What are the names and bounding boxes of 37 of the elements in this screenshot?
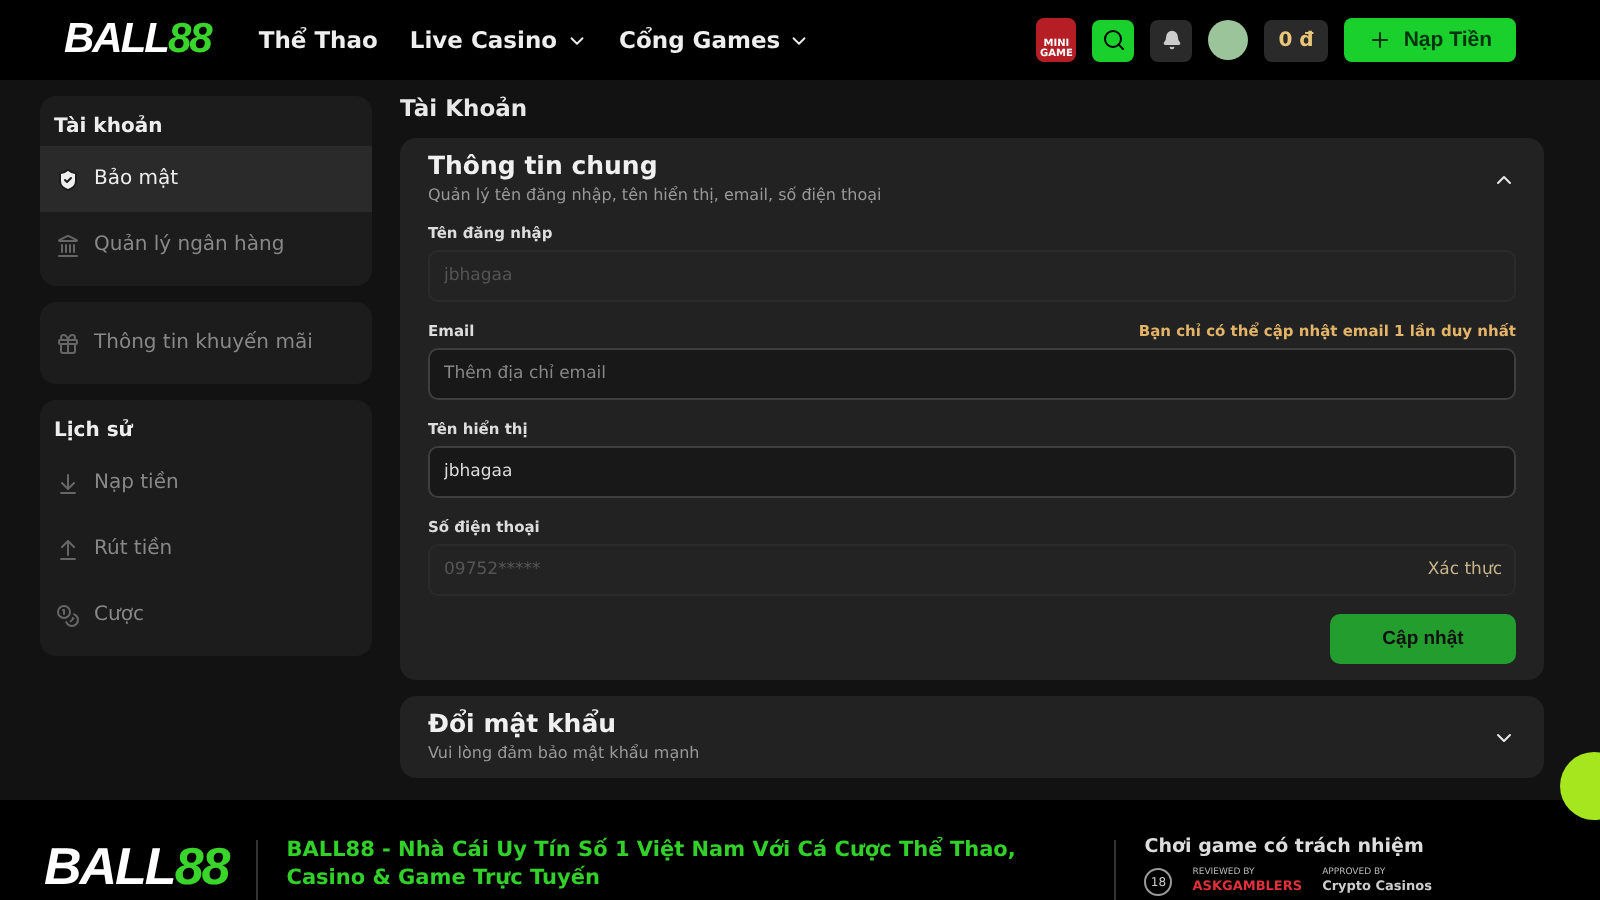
sidebar-item[interactable]: Cược xyxy=(40,582,372,648)
input-field[interactable]: Thêm địa chỉ email xyxy=(428,348,1516,400)
input-field[interactable]: jbhagaa xyxy=(428,446,1516,498)
responsible-title: Chơi game có trách nhiệm xyxy=(1144,836,1426,858)
balance: 0 đ xyxy=(1264,19,1328,61)
page-title: Tài Khoản xyxy=(400,94,530,122)
search-icon xyxy=(1101,28,1126,52)
nav-link[interactable]: Cổng Games xyxy=(619,26,811,54)
footer-headline: BALL88 - Nhà Cái Uy Tín Số 1 Việt Nam Với Cá Cược Thể Thao, Casino & Game Trực Tuyến xyxy=(286,836,1018,892)
section-title: Thông tin chung xyxy=(428,150,660,180)
section-subtitle: Vui lòng đảm bảo mật khẩu mạnh xyxy=(428,744,700,762)
logo[interactable]: BALL88 xyxy=(64,16,211,64)
upload-icon xyxy=(56,537,80,561)
sidebar-item[interactable]: Nạp tiền xyxy=(40,450,372,516)
sidebar-heading: Tài khoản xyxy=(52,113,165,142)
search-button[interactable] xyxy=(1092,19,1135,61)
download-icon xyxy=(56,471,80,495)
section-subtitle: Quản lý tên đăng nhập, tên hiển thị, email, số điện thoại xyxy=(428,186,882,204)
sidebar-item[interactable]: Thông tin khuyến mãi xyxy=(40,310,372,376)
deposit-button[interactable]: Nạp Tiền xyxy=(1343,18,1516,62)
sidebar-item[interactable]: Quản lý ngân hàng xyxy=(40,212,372,278)
sidebar-item[interactable]: Bảo mật xyxy=(40,146,372,212)
bell-icon xyxy=(1161,30,1182,50)
notification-button[interactable] xyxy=(1150,19,1193,61)
shield-icon xyxy=(56,167,80,191)
gift-icon xyxy=(56,331,80,355)
nav-link[interactable]: Live Casino xyxy=(409,26,588,54)
bank-icon xyxy=(56,233,80,257)
avatar[interactable] xyxy=(1208,20,1249,60)
update-button[interactable]: Cập nhật xyxy=(1330,614,1516,664)
coins-icon xyxy=(56,603,80,627)
sidebar-heading: Lịch sử xyxy=(52,417,135,446)
nav-link[interactable]: Thể Thao xyxy=(258,26,378,54)
footer-logo: BALL88 xyxy=(44,836,229,898)
sidebar-item[interactable]: Rút tiền xyxy=(40,516,372,582)
plus-icon xyxy=(1367,28,1392,52)
section-title: Đổi mật khẩu xyxy=(428,708,619,738)
